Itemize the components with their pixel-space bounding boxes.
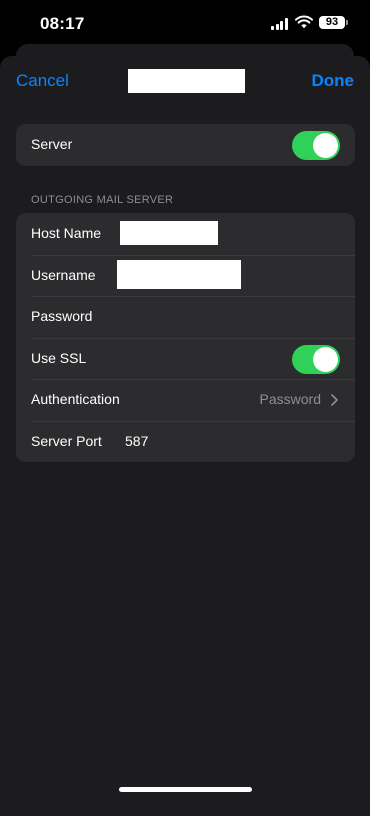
toggle-knob <box>313 346 338 372</box>
server-port-value[interactable]: 587 <box>125 433 148 449</box>
host-name-row: Host Name <box>16 213 355 255</box>
server-label: Server <box>31 136 73 152</box>
host-name-field[interactable] <box>120 221 218 245</box>
status-bar: 08:17 93 <box>0 0 370 44</box>
home-indicator <box>119 787 252 792</box>
chevron-right-icon <box>331 394 338 406</box>
toggle-knob <box>313 133 338 158</box>
nav-title-redacted <box>128 69 245 93</box>
password-label: Password <box>31 308 93 324</box>
server-row: Server <box>16 124 355 166</box>
battery-tip <box>346 20 348 25</box>
outgoing-server-group: Host Name Username Password Use SSL Auth… <box>16 213 355 462</box>
outgoing-mail-server-header: OUTGOING MAIL SERVER <box>31 194 174 206</box>
battery-icon: 93 <box>319 16 345 29</box>
host-name-label: Host Name <box>31 225 102 241</box>
use-ssl-toggle[interactable] <box>292 344 340 374</box>
use-ssl-row: Use SSL <box>16 337 355 380</box>
cancel-button[interactable]: Cancel <box>16 71 69 91</box>
username-row: Username <box>16 254 355 297</box>
settings-sheet: Cancel Done Server OUTGOING MAIL SERVER … <box>0 56 370 816</box>
navigation-bar: Cancel Done <box>0 56 370 106</box>
wifi-icon <box>295 15 313 29</box>
signal-icon <box>271 18 289 30</box>
authentication-row[interactable]: Authentication Password <box>16 379 355 421</box>
server-toggle[interactable] <box>292 131 340 160</box>
server-port-row: Server Port 587 <box>16 420 355 463</box>
username-field[interactable] <box>117 259 241 289</box>
status-time: 08:17 <box>40 14 85 33</box>
authentication-label: Authentication <box>31 391 120 407</box>
server-group: Server <box>16 124 355 166</box>
authentication-value: Password <box>259 391 321 407</box>
done-button[interactable]: Done <box>312 71 355 91</box>
server-port-label: Server Port <box>31 432 102 449</box>
username-label: Username <box>31 266 96 283</box>
use-ssl-label: Use SSL <box>31 349 87 366</box>
password-row[interactable]: Password <box>16 296 355 338</box>
